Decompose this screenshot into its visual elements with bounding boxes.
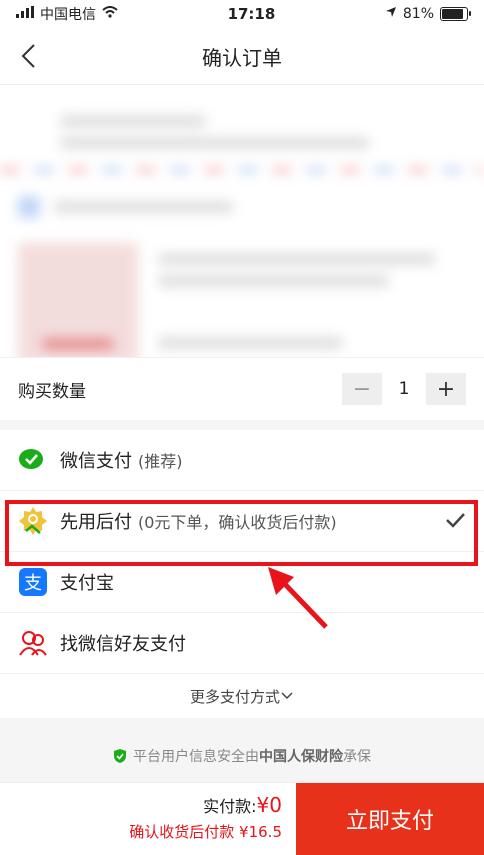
payment-option-wechat[interactable]: 微信支付 (推荐) <box>0 430 484 491</box>
pay-now-button[interactable]: 立即支付 <box>296 783 484 855</box>
payment-name: 支付宝 <box>60 573 114 594</box>
alipay-icon: 支 <box>18 567 48 597</box>
payment-note: (推荐) <box>138 452 183 471</box>
battery-icon <box>440 7 471 21</box>
page-title: 确认订单 <box>202 45 282 70</box>
back-arrow-icon[interactable] <box>16 42 44 70</box>
payment-methods: 微信支付 (推荐) 先用后付 (0元下单，确认收货后付款) 支 支付宝 找微信好… <box>0 430 484 718</box>
annotation-arrow <box>268 567 328 629</box>
blurred-content <box>0 85 484 357</box>
insurance-notice: 平台用户信息安全由中国人保财险承保 <box>0 746 484 766</box>
clock: 17:18 <box>227 5 276 23</box>
svg-text:支: 支 <box>24 573 42 594</box>
more-payment-methods[interactable]: 更多支付方式 <box>0 674 484 718</box>
paid-amount: ¥0 <box>256 793 282 817</box>
battery-percent: 81% <box>402 6 434 22</box>
payment-option-friend-pay[interactable]: 找微信好友支付 <box>0 613 484 674</box>
chevron-down-icon <box>281 692 293 700</box>
shield-check-icon <box>114 749 126 763</box>
quantity-stepper: − 1 + <box>342 373 466 405</box>
quantity-label: 购买数量 <box>18 381 86 402</box>
insurance-suffix: 承保 <box>343 749 371 765</box>
order-details-blurred <box>0 85 484 357</box>
location-icon <box>385 6 397 22</box>
paid-label: 实付款: <box>203 797 257 816</box>
checkout-footer: 实付款:¥0 确认收货后付款 ¥16.5 立即支付 <box>0 782 484 855</box>
payment-summary: 实付款:¥0 确认收货后付款 ¥16.5 <box>0 783 296 855</box>
payment-name: 找微信好友支付 <box>60 634 186 655</box>
insurance-prefix: 平台用户信息安全由 <box>133 749 259 765</box>
insurance-company: 中国人保财险 <box>259 749 343 765</box>
status-bar: 中国电信 17:18 81% <box>0 0 484 28</box>
more-payment-label: 更多支付方式 <box>189 687 280 706</box>
payment-name: 微信支付 <box>60 451 132 472</box>
friends-icon <box>18 628 48 658</box>
signal-icon <box>16 6 34 22</box>
pay-later-amount: 确认收货后付款 ¥16.5 <box>129 823 282 841</box>
wechat-pay-icon <box>18 445 48 475</box>
navigation-bar: 确认订单 <box>0 28 484 85</box>
carrier-name: 中国电信 <box>40 7 96 23</box>
wifi-icon <box>102 6 118 22</box>
annotation-highlight-box <box>5 500 478 566</box>
quantity-row: 购买数量 − 1 + <box>0 357 484 420</box>
increase-button[interactable]: + <box>426 373 466 405</box>
quantity-value: 1 <box>398 379 410 399</box>
decrease-button[interactable]: − <box>342 373 382 405</box>
